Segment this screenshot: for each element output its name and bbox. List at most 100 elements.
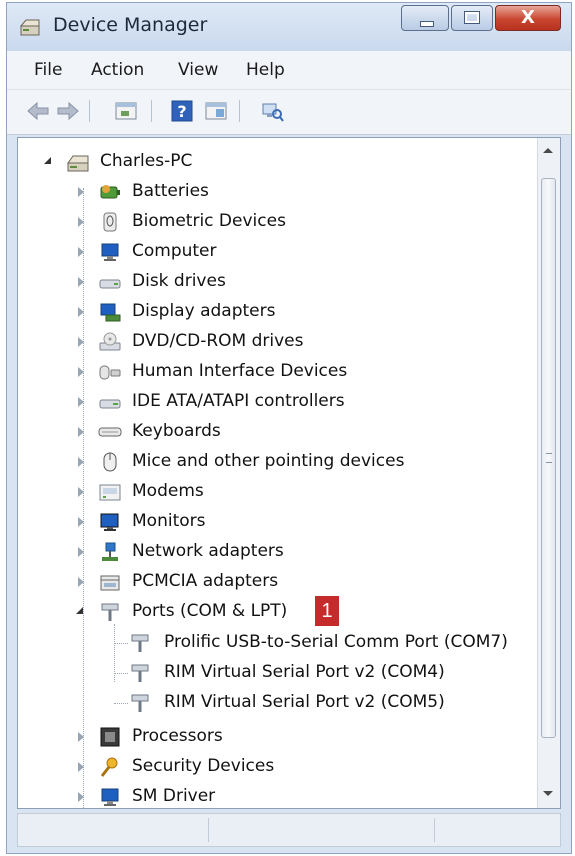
close-button[interactable]: X [495, 5, 561, 31]
tree-item-label: Mice and other pointing devices [132, 451, 405, 471]
title-bar[interactable]: Device Manager X [7, 3, 571, 51]
tree-item-computer[interactable]: Computer [18, 238, 538, 266]
tree-item-disk-drives[interactable]: Disk drives [18, 268, 538, 296]
mouse-icon [103, 452, 117, 472]
tree-item-label: Modems [132, 481, 204, 501]
tree-item-label: PCMCIA adapters [132, 571, 279, 591]
vertical-scrollbar[interactable] [537, 138, 560, 808]
menu-file[interactable]: File [34, 60, 62, 80]
callout-badge-1: 1 [315, 596, 339, 626]
maximize-button[interactable] [451, 5, 493, 31]
hid-icon [99, 365, 121, 380]
tree-root[interactable]: Charles-PC [18, 148, 538, 176]
collapse-arrow-icon[interactable] [44, 157, 51, 164]
tree-item-mice[interactable]: Mice and other pointing devices [18, 448, 538, 476]
device-manager-window: Device Manager X File Action View Help ? [6, 2, 572, 854]
tree-item-label: RIM Virtual Serial Port v2 (COM5) [164, 692, 445, 712]
tree-item-biometric-devices[interactable]: Biometric Devices [18, 208, 538, 236]
toolbar: ? [7, 90, 571, 135]
menu-help[interactable]: Help [246, 60, 285, 80]
expand-arrow-icon[interactable] [78, 762, 84, 772]
tree-item-port-com7[interactable]: Prolific USB-to-Serial Comm Port (COM7) … [18, 628, 560, 658]
toolbar-separator [239, 100, 240, 122]
scan-hardware-icon[interactable] [259, 99, 285, 123]
processor-icon [100, 727, 120, 747]
properties-icon[interactable] [113, 99, 139, 123]
tree-item-ide-ata-atapi-controllers[interactable]: IDE ATA/ATAPI controllers [18, 388, 538, 416]
tree-item-modems[interactable]: Modems [18, 478, 538, 506]
modem-icon [99, 484, 121, 501]
tree-item-sm-driver[interactable]: SM Driver [18, 783, 538, 808]
tree-item-label: Ports (COM & LPT) [132, 601, 288, 621]
expand-arrow-icon[interactable] [78, 337, 84, 347]
expand-arrow-icon[interactable] [78, 307, 84, 317]
menu-action[interactable]: Action [91, 60, 144, 80]
network-adapter-icon [102, 542, 118, 561]
device-manager-icon [19, 19, 40, 36]
scrollbar-thumb[interactable] [541, 178, 556, 738]
tree-item-dvd-cd-rom-drives[interactable]: DVD/CD-ROM drives [18, 328, 538, 356]
port-icon [131, 694, 149, 712]
collapse-arrow-icon[interactable] [76, 607, 83, 614]
forward-icon[interactable] [55, 99, 81, 123]
tree-item-keyboards[interactable]: Keyboards [18, 418, 538, 446]
minimize-button[interactable] [401, 5, 449, 31]
expand-arrow-icon[interactable] [78, 732, 84, 742]
back-icon[interactable] [25, 99, 51, 123]
tree-item-security-devices[interactable]: Security Devices [18, 753, 538, 781]
tree-item-display-adapters[interactable]: Display adapters [18, 298, 538, 326]
help-icon[interactable]: ? [169, 99, 195, 123]
expand-arrow-icon[interactable] [78, 487, 84, 497]
status-bar [17, 813, 561, 847]
tree-item-label: Computer [132, 241, 217, 261]
toolbar-separator [89, 100, 90, 122]
disk-drive-icon [99, 279, 121, 289]
sm-driver-icon [101, 788, 119, 806]
menu-view[interactable]: View [178, 60, 218, 80]
monitor-icon [100, 513, 119, 531]
expand-arrow-icon[interactable] [78, 457, 84, 467]
tree-item-ports[interactable]: Ports (COM & LPT) 1 [18, 596, 538, 626]
expand-arrow-icon[interactable] [78, 187, 84, 197]
close-icon: X [521, 7, 535, 28]
expand-arrow-icon[interactable] [78, 397, 84, 407]
minimize-icon [420, 21, 434, 27]
tree-item-label: Monitors [132, 511, 206, 531]
scroll-down-icon[interactable] [543, 791, 553, 796]
tree-connector [114, 673, 128, 674]
expand-arrow-icon[interactable] [78, 547, 84, 557]
tree-item-label: Human Interface Devices [132, 361, 348, 381]
expand-arrow-icon[interactable] [78, 577, 84, 587]
expand-arrow-icon[interactable] [78, 247, 84, 257]
tree-item-label: Network adapters [132, 541, 284, 561]
expand-arrow-icon[interactable] [78, 217, 84, 227]
pcmcia-icon [100, 575, 120, 591]
computer-icon [67, 155, 89, 172]
tree-item-label: RIM Virtual Serial Port v2 (COM4) [164, 662, 445, 682]
expand-arrow-icon[interactable] [78, 277, 84, 287]
tree-item-human-interface-devices[interactable]: Human Interface Devices [18, 358, 538, 386]
status-pane [18, 818, 209, 842]
display-adapter-icon [100, 303, 121, 322]
tree-item-label: DVD/CD-ROM drives [132, 331, 304, 351]
tree-item-monitors[interactable]: Monitors [18, 508, 538, 536]
ide-controller-icon [99, 399, 121, 409]
tree-item-label: Keyboards [132, 421, 221, 441]
tree-item-port-com5[interactable]: RIM Virtual Serial Port v2 (COM5) [18, 689, 538, 717]
tree-connector [114, 703, 128, 704]
expand-arrow-icon[interactable] [78, 517, 84, 527]
tree-item-port-com4[interactable]: RIM Virtual Serial Port v2 (COM4) [18, 659, 538, 687]
tree-item-batteries[interactable]: Batteries [18, 178, 538, 206]
expand-arrow-icon[interactable] [78, 427, 84, 437]
tree-item-pcmcia-adapters[interactable]: PCMCIA adapters [18, 568, 538, 596]
tree-item-processors[interactable]: Processors [18, 723, 538, 751]
battery-icon [100, 185, 120, 199]
tree-item-label: Prolific USB-to-Serial Comm Port (COM7) [164, 632, 508, 652]
tree-item-label: IDE ATA/ATAPI controllers [132, 391, 345, 411]
scroll-up-icon[interactable] [543, 148, 553, 153]
expand-arrow-icon[interactable] [78, 792, 84, 802]
device-tree[interactable]: Charles-PC Batteries Biometric Devices C… [17, 137, 561, 809]
show-hide-console-tree-icon[interactable] [203, 99, 229, 123]
tree-item-network-adapters[interactable]: Network adapters [18, 538, 538, 566]
expand-arrow-icon[interactable] [78, 367, 84, 377]
